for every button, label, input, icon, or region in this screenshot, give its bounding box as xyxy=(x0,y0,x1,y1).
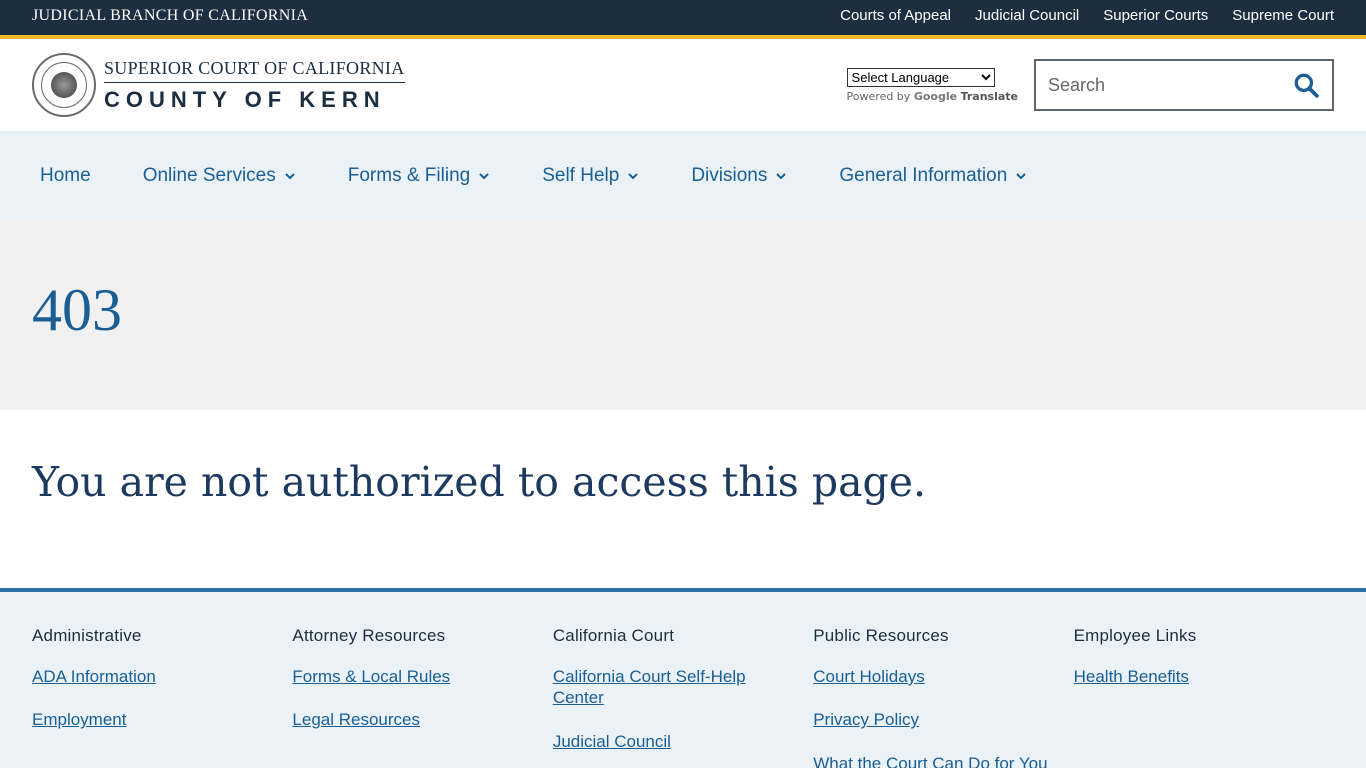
search-button[interactable] xyxy=(1292,71,1320,99)
footer-column-california-court: California Court California Court Self-H… xyxy=(553,626,813,768)
logo-line2: COUNTY OF KERN xyxy=(104,86,386,112)
site-footer: Administrative ADA Information Employmen… xyxy=(0,588,1366,768)
search-input[interactable] xyxy=(1048,74,1278,96)
footer-column-administrative: Administrative ADA Information Employmen… xyxy=(32,626,292,768)
footer-link-court-holidays[interactable]: Court Holidays xyxy=(813,666,1013,687)
chevron-down-icon xyxy=(479,172,489,179)
logo-text: SUPERIOR COURT OF CALIFORNIA COUNTY OF K… xyxy=(104,58,405,113)
chevron-down-icon xyxy=(776,172,787,179)
error-message: You are not authorized to access this pa… xyxy=(32,458,927,506)
nav-self-help[interactable]: Self Help xyxy=(542,165,639,187)
page-title: 403 xyxy=(32,277,122,343)
chevron-down-icon xyxy=(1016,172,1026,179)
footer-column-public-resources: Public Resources Court Holidays Privacy … xyxy=(813,626,1073,768)
chevron-down-icon xyxy=(285,172,295,179)
footer-link-employment[interactable]: Employment xyxy=(32,709,232,730)
footer-heading: Administrative xyxy=(32,626,142,645)
footer-link-what-court-can-do[interactable]: What the Court Can Do for You xyxy=(813,753,1053,768)
main-content: You are not authorized to access this pa… xyxy=(0,410,1366,588)
footer-link-forms-local-rules[interactable]: Forms & Local Rules xyxy=(292,666,492,687)
header-tools: Select Language Powered by Google Transl… xyxy=(846,59,1334,111)
top-utility-bar: JUDICIAL BRANCH OF CALIFORNIA Courts of … xyxy=(0,0,1366,39)
link-courts-of-appeal[interactable]: Courts of Appeal xyxy=(840,7,951,24)
nav-general-information[interactable]: General Information xyxy=(839,165,1027,187)
chevron-down-icon xyxy=(628,172,639,179)
footer-column-attorney-resources: Attorney Resources Forms & Local Rules L… xyxy=(292,626,552,768)
footer-column-employee-links: Employee Links Health Benefits xyxy=(1074,626,1334,768)
nav-home[interactable]: Home xyxy=(40,165,91,187)
footer-link-health-benefits[interactable]: Health Benefits xyxy=(1074,666,1274,687)
site-header: SUPERIOR COURT OF CALIFORNIA COUNTY OF K… xyxy=(0,39,1366,131)
link-judicial-council[interactable]: Judicial Council xyxy=(975,7,1079,24)
main-navigation: Home Online Services Forms & Filing Self… xyxy=(0,131,1366,220)
logo-line1: SUPERIOR COURT OF CALIFORNIA xyxy=(104,58,405,83)
search-box xyxy=(1034,59,1334,111)
footer-heading: California Court xyxy=(552,626,675,645)
footer-link-legal-resources[interactable]: Legal Resources xyxy=(292,709,492,730)
court-seal-icon xyxy=(32,53,96,117)
page-hero: 403 xyxy=(0,220,1366,410)
google-translate: Select Language Powered by Google Transl… xyxy=(846,67,1018,103)
link-superior-courts[interactable]: Superior Courts xyxy=(1103,7,1208,24)
nav-divisions[interactable]: Divisions xyxy=(691,165,787,187)
top-links: Courts of Appeal Judicial Council Superi… xyxy=(840,7,1334,24)
footer-link-ada-information[interactable]: ADA Information xyxy=(32,666,232,687)
search-icon xyxy=(1294,73,1319,98)
footer-heading: Public Resources xyxy=(813,626,949,645)
nav-forms-filing[interactable]: Forms & Filing xyxy=(348,165,490,187)
footer-heading: Attorney Resources xyxy=(292,626,446,645)
judicial-branch-title: JUDICIAL BRANCH OF CALIFORNIA xyxy=(32,6,309,24)
footer-heading: Employee Links xyxy=(1073,626,1197,645)
language-select[interactable]: Select Language xyxy=(846,67,995,87)
court-logo[interactable]: SUPERIOR COURT OF CALIFORNIA COUNTY OF K… xyxy=(32,53,405,117)
link-supreme-court[interactable]: Supreme Court xyxy=(1232,7,1334,24)
footer-link-judicial-council[interactable]: Judicial Council xyxy=(553,731,753,752)
footer-link-privacy-policy[interactable]: Privacy Policy xyxy=(813,709,1013,730)
nav-online-services[interactable]: Online Services xyxy=(143,165,296,187)
powered-by-text: Powered by Google Translate xyxy=(846,89,1018,103)
footer-link-self-help-center[interactable]: California Court Self-Help Center xyxy=(553,666,753,709)
